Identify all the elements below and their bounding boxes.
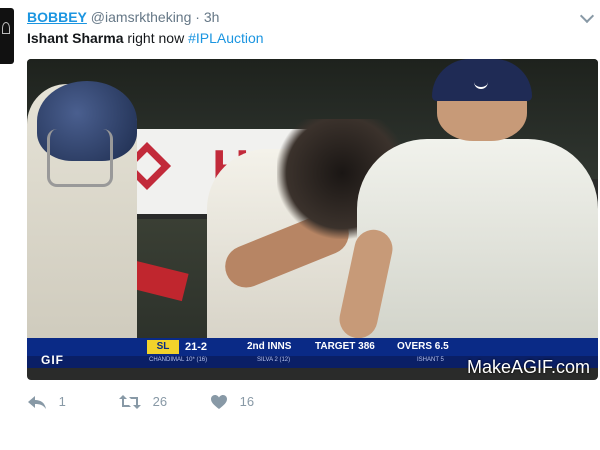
right-player: [357, 139, 598, 359]
tweet-text-bold: Ishant Sharma: [27, 30, 124, 46]
tweet-text-body: right now: [123, 30, 189, 46]
chevron-down-icon[interactable]: [579, 8, 595, 24]
avatar[interactable]: [0, 8, 14, 64]
retweet-icon: [119, 394, 141, 409]
avatar-glyph: [2, 22, 10, 34]
user-name[interactable]: BOBBEY: [27, 9, 87, 25]
tweet-text: Ishant Sharma right now #IPLAuction: [27, 30, 264, 46]
heart-icon: [211, 394, 227, 409]
reply-icon: [28, 395, 46, 409]
scorebar: SL 21-2 2nd INNS TARGET 386 OVERS 6.5: [27, 338, 598, 356]
gif-label: GIF: [41, 353, 64, 367]
like-button[interactable]: 16: [210, 393, 254, 410]
retweet-count: 26: [152, 394, 168, 410]
hashtag-link[interactable]: #IPLAuction: [188, 30, 264, 46]
watermark: MakeAGIF.com: [466, 357, 590, 377]
batsman-two: SILVA 2 (12): [257, 357, 291, 363]
runs-wickets: 21-2: [185, 341, 208, 353]
target: TARGET 386: [315, 341, 375, 352]
overs: OVERS 6.5: [397, 341, 449, 352]
team-badge: SL: [147, 340, 179, 354]
tweet-header: BOBBEY @iamsrktheking · 3h: [27, 9, 219, 25]
like-count: 16: [239, 394, 255, 410]
reply-count: 1: [58, 394, 66, 410]
separator: ·: [195, 9, 200, 25]
bowler: ISHANT 5: [417, 357, 444, 363]
gif-media[interactable]: H SL 21-2 2nd INNS TARGET 386 OVERS 6.5 …: [27, 59, 598, 380]
user-handle[interactable]: @iamsrktheking: [91, 9, 192, 25]
reply-button[interactable]: 1: [27, 393, 66, 410]
helmet-grill: [47, 129, 113, 187]
retweet-button[interactable]: 26: [119, 393, 167, 410]
batsman-one: CHANDIMAL 10* (16): [149, 357, 208, 363]
innings: 2nd INNS: [247, 341, 292, 352]
timestamp[interactable]: 3h: [204, 9, 220, 25]
